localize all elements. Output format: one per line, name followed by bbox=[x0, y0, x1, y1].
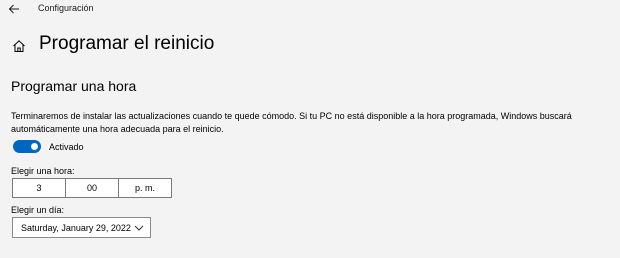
time-minute[interactable]: 00 bbox=[66, 179, 119, 197]
time-picker[interactable]: 3 00 p. m. bbox=[12, 178, 172, 198]
app-title: Configuración bbox=[38, 3, 94, 13]
chevron-down-icon bbox=[134, 225, 144, 231]
page-title: Programar el reinicio bbox=[39, 33, 215, 54]
time-ampm[interactable]: p. m. bbox=[119, 179, 171, 197]
section-description: Terminaremos de instalar las actualizaci… bbox=[11, 111, 572, 134]
back-arrow-icon bbox=[8, 4, 19, 14]
time-label: Elegir una hora: bbox=[11, 166, 75, 176]
back-button[interactable] bbox=[6, 1, 22, 17]
title-bar: Configuración bbox=[0, 0, 620, 20]
toggle-knob bbox=[31, 143, 38, 150]
home-icon bbox=[13, 40, 25, 52]
section-title: Programar una hora bbox=[11, 78, 137, 94]
day-dropdown-value: Saturday, January 29, 2022 bbox=[21, 223, 131, 233]
day-dropdown[interactable]: Saturday, January 29, 2022 bbox=[12, 217, 151, 238]
schedule-toggle[interactable] bbox=[13, 140, 41, 153]
day-label: Elegir un día: bbox=[11, 205, 65, 215]
time-hour[interactable]: 3 bbox=[13, 179, 66, 197]
toggle-label: Activado bbox=[49, 142, 84, 152]
